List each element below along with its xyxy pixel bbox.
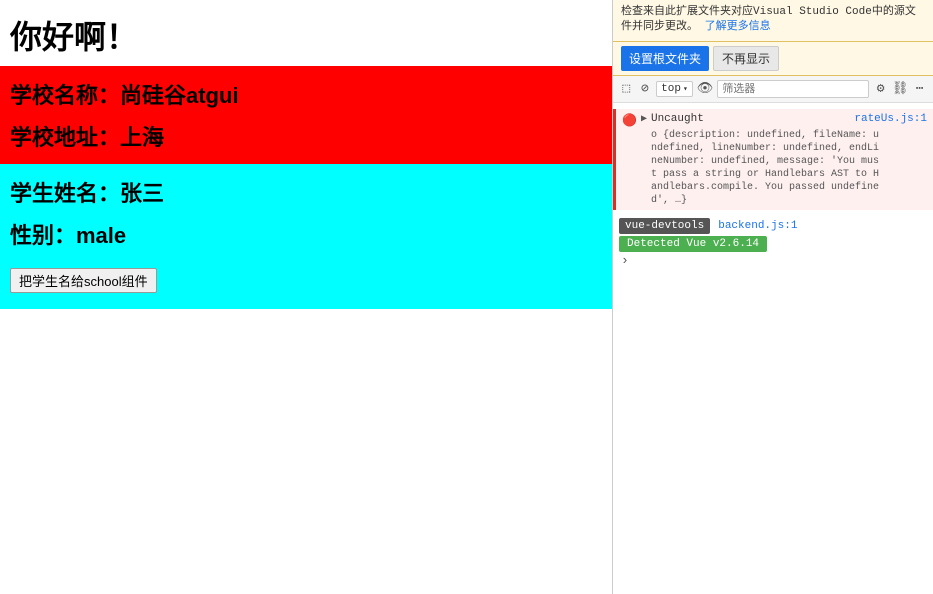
devtools-notice: 检查来自此扩展文件夹对应Visual Studio Code中的源文件并同步更改…: [613, 0, 933, 42]
vue-devtools-bar: vue-devtools backend.js:1: [613, 214, 933, 238]
top-context-selector[interactable]: top ▾: [656, 81, 693, 97]
inspect-icon[interactable]: ⬚: [619, 80, 634, 98]
no-show-button[interactable]: 不再显示: [713, 46, 779, 71]
block-icon[interactable]: ⊘: [638, 80, 653, 98]
chevron-down-icon: ▾: [683, 84, 688, 94]
backend-link[interactable]: backend.js:1: [718, 220, 797, 232]
devtools-action-buttons: 设置根文件夹 不再显示: [613, 42, 933, 76]
expand-icon[interactable]: ▶: [641, 113, 647, 125]
error-icon: 🔴: [622, 113, 637, 128]
school-section: 学校名称：尚硅谷atgui 学校地址：上海: [0, 66, 612, 164]
vue-version-row: Detected Vue v2.6.14: [613, 238, 933, 250]
eye-icon[interactable]: 👁: [697, 80, 714, 98]
vue-devtools-badge: vue-devtools: [619, 218, 710, 234]
devtools-console: 🔴 ▶ rateUs.js:1 Uncaught o {description:…: [613, 103, 933, 594]
notice-link[interactable]: 了解更多信息: [705, 21, 771, 33]
left-panel: 你好啊！ 学校名称：尚硅谷atgui 学校地址：上海 学生姓名：张三 性别：ma…: [0, 0, 612, 594]
top-label: top: [661, 83, 681, 95]
student-gender: 性别：male: [10, 218, 602, 250]
set-root-button[interactable]: 设置根文件夹: [621, 46, 709, 71]
person-icon[interactable]: ⛓: [892, 80, 909, 98]
error-content: rateUs.js:1 Uncaught o {description: und…: [651, 112, 927, 207]
devtools-toolbar: ⬚ ⊘ top ▾ 👁 ⚙ ⛓ ⋯: [613, 76, 933, 103]
error-type: Uncaught: [651, 113, 704, 125]
student-section: 学生姓名：张三 性别：male 把学生名给school组件: [0, 164, 612, 309]
more-icon[interactable]: ⋯: [912, 80, 927, 98]
devtools-panel: 检查来自此扩展文件夹对应Visual Studio Code中的源文件并同步更改…: [612, 0, 933, 594]
school-address: 学校地址：上海: [10, 120, 602, 152]
filter-input[interactable]: [717, 80, 869, 98]
student-name: 学生姓名：张三: [10, 176, 602, 208]
school-name: 学校名称：尚硅谷atgui: [10, 78, 602, 110]
error-file-link[interactable]: rateUs.js:1: [854, 112, 927, 127]
console-error-row: 🔴 ▶ rateUs.js:1 Uncaught o {description:…: [613, 109, 933, 210]
console-caret[interactable]: ›: [613, 250, 933, 271]
vue-version-badge: Detected Vue v2.6.14: [619, 236, 767, 252]
greeting: 你好啊！: [0, 0, 612, 66]
error-message: o {description: undefined, fileName: u n…: [651, 129, 927, 207]
send-name-button[interactable]: 把学生名给school组件: [10, 268, 157, 293]
settings-icon[interactable]: ⚙: [873, 80, 888, 98]
